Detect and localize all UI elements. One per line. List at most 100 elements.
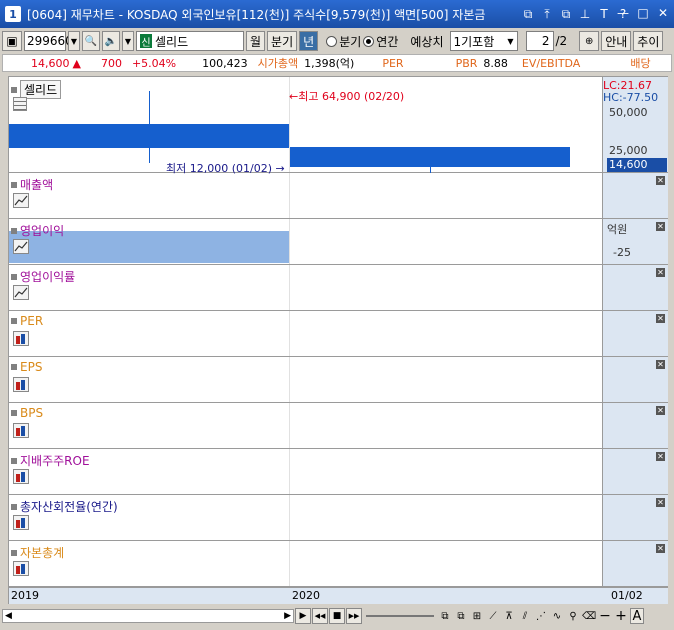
- stop-button[interactable]: ■: [329, 608, 345, 624]
- stock-name-field[interactable]: 신 셀리드: [136, 31, 244, 51]
- play-button[interactable]: ▶: [295, 608, 311, 624]
- copy-icon[interactable]: ⧉: [438, 608, 452, 624]
- close-pane-icon[interactable]: ✕: [656, 406, 665, 415]
- eraser-icon[interactable]: ⌫: [582, 608, 596, 624]
- pane-op_profit[interactable]: 영업이익 ✕ 억원 -25: [9, 219, 668, 265]
- price-change-pct: +5.04%: [131, 56, 177, 70]
- close-pane-icon[interactable]: ✕: [656, 268, 665, 277]
- pane-label: PER: [11, 314, 43, 328]
- pane-roe[interactable]: 지배주주ROE ✕: [9, 449, 668, 495]
- close-pane-icon[interactable]: ✕: [656, 452, 665, 461]
- close-button[interactable]: ✕: [656, 6, 670, 20]
- scroll-right-icon[interactable]: ▶: [284, 611, 291, 621]
- pane-title: 자본총계: [20, 546, 65, 560]
- trendline-icon[interactable]: ⟋: [486, 608, 500, 624]
- current-price: 14,600: [31, 56, 70, 70]
- close-pane-icon[interactable]: ✕: [656, 360, 665, 369]
- line-chart-icon[interactable]: [13, 239, 29, 254]
- month-button[interactable]: 월: [246, 31, 266, 51]
- search-icon[interactable]: 🔍: [82, 31, 100, 51]
- fib-icon[interactable]: ⋰: [534, 608, 548, 624]
- maximize-button[interactable]: □: [636, 6, 650, 20]
- bar-chart-icon[interactable]: [13, 331, 29, 346]
- quote-bar: 14,600 ▲ 700 +5.04% 100,423 시가총액 1,398(억…: [2, 54, 672, 72]
- pane-op_margin[interactable]: 영업이익률 ✕: [9, 265, 668, 311]
- chevron-down-icon: ▼: [507, 36, 514, 46]
- financial-chart[interactable]: 셀리드 ←최고 64,900 (02/20) 최저 12,000 (01/02)…: [8, 76, 668, 604]
- price-range-line-2019: [149, 91, 150, 163]
- pane-label: EPS: [11, 360, 42, 374]
- grid-icon[interactable]: ⊞: [470, 608, 484, 624]
- pin-top-icon[interactable]: ⤒: [540, 7, 554, 22]
- minimize-button[interactable]: —: [616, 6, 630, 20]
- forecast-select[interactable]: 1기포함 ▼: [449, 31, 518, 51]
- mktcap-label: 시가총액: [257, 57, 299, 70]
- radio-annual[interactable]: 연간: [363, 33, 398, 50]
- horizontal-scrollbar[interactable]: ◀ ▶: [2, 609, 294, 623]
- rewind-button[interactable]: ◀◀: [312, 608, 328, 624]
- bar-chart-icon[interactable]: [13, 423, 29, 438]
- pane-title: BPS: [20, 406, 44, 420]
- code-dropdown-icon[interactable]: ▼: [68, 31, 80, 51]
- zoom-in-button[interactable]: +: [614, 608, 628, 624]
- close-pane-icon[interactable]: ✕: [656, 498, 665, 507]
- pane-turnover[interactable]: 총자산회전율(연간) ✕: [9, 495, 668, 541]
- duplicate-icon[interactable]: ⧉: [454, 608, 468, 624]
- font-size-button[interactable]: A: [630, 608, 644, 624]
- close-pane-icon[interactable]: ✕: [656, 544, 665, 553]
- bar-chart-icon[interactable]: [13, 377, 29, 392]
- bar-chart-icon[interactable]: [13, 469, 29, 484]
- pane-sales[interactable]: 매출액 ✕: [9, 173, 668, 219]
- copy-window-icon[interactable]: ⧉: [559, 7, 573, 22]
- bar-chart-icon[interactable]: [13, 515, 29, 530]
- pane-per[interactable]: PER ✕: [9, 311, 668, 357]
- font-icon[interactable]: T: [597, 7, 611, 22]
- pane-label: BPS: [11, 406, 43, 420]
- price-pane[interactable]: 셀리드 ←최고 64,900 (02/20) 최저 12,000 (01/02)…: [9, 77, 668, 175]
- parallel-line-icon[interactable]: ⫽: [518, 608, 532, 624]
- forecast-value: 1기포함: [453, 34, 495, 49]
- layout-icon[interactable]: ▣: [2, 31, 22, 51]
- speaker-icon[interactable]: 🔈: [102, 31, 120, 51]
- pane-title: 영업이익: [20, 224, 65, 238]
- page-number-field[interactable]: 2: [525, 31, 554, 51]
- pin-icon[interactable]: ⊥: [578, 7, 592, 22]
- trend-button[interactable]: 추이: [633, 31, 664, 51]
- close-pane-icon[interactable]: ✕: [656, 222, 665, 231]
- bottom-controls: ◀ ▶ ▶ ◀◀ ■ ▶▶ ⧉ ⧉ ⊞ ⟋ ⊼ ⫽ ⋰ ∿ ⚲ ⌫ − + A: [2, 606, 672, 626]
- page-current: 2: [541, 34, 550, 48]
- pane-title: 총자산회전율(연간): [20, 500, 118, 514]
- scroll-left-icon[interactable]: ◀: [5, 611, 12, 621]
- dividend-label: 배당: [630, 57, 651, 70]
- x-axis: 2019 2020 01/02: [9, 587, 668, 604]
- per-label: PER: [382, 56, 404, 70]
- horizontal-line-icon[interactable]: ⊼: [502, 608, 516, 624]
- zoom-icon[interactable]: ⊕: [579, 31, 600, 51]
- wave-icon[interactable]: ∿: [550, 608, 564, 624]
- line-chart-icon[interactable]: [13, 285, 29, 300]
- pane-equity[interactable]: 자본총계 ✕: [9, 541, 668, 587]
- bar-chart-icon[interactable]: [13, 561, 29, 576]
- year-button[interactable]: 년: [299, 31, 319, 51]
- speaker-dropdown-icon[interactable]: ▼: [122, 31, 134, 51]
- toolbar: ▣ 299660 ▼ 🔍 🔈 ▼ 신 셀리드 월 분기 년 분기 연간 예상치 …: [2, 30, 672, 52]
- fast-forward-button[interactable]: ▶▶: [346, 608, 362, 624]
- current-price-tag: 14,600: [607, 158, 667, 172]
- quarter-button[interactable]: 분기: [267, 31, 298, 51]
- close-pane-icon[interactable]: ✕: [656, 176, 665, 185]
- table-icon[interactable]: [13, 97, 27, 111]
- search-icon[interactable]: ⚲: [566, 608, 580, 624]
- zoom-out-button[interactable]: −: [598, 608, 612, 624]
- pane-label: 지배주주ROE: [11, 452, 90, 469]
- stock-code-input[interactable]: 299660: [24, 31, 73, 51]
- link-window-icon[interactable]: ⧉: [521, 7, 535, 22]
- close-pane-icon[interactable]: ✕: [656, 314, 665, 323]
- guide-button[interactable]: 안내: [601, 31, 632, 51]
- pane-eps[interactable]: EPS ✕: [9, 357, 668, 403]
- pane-bps[interactable]: BPS ✕: [9, 403, 668, 449]
- radio-quarter[interactable]: 분기: [326, 33, 361, 50]
- line-chart-icon[interactable]: [13, 193, 29, 208]
- zoom-slider[interactable]: [366, 609, 434, 623]
- pane-title: 영업이익률: [20, 270, 76, 284]
- pane-marker-icon: [11, 318, 17, 324]
